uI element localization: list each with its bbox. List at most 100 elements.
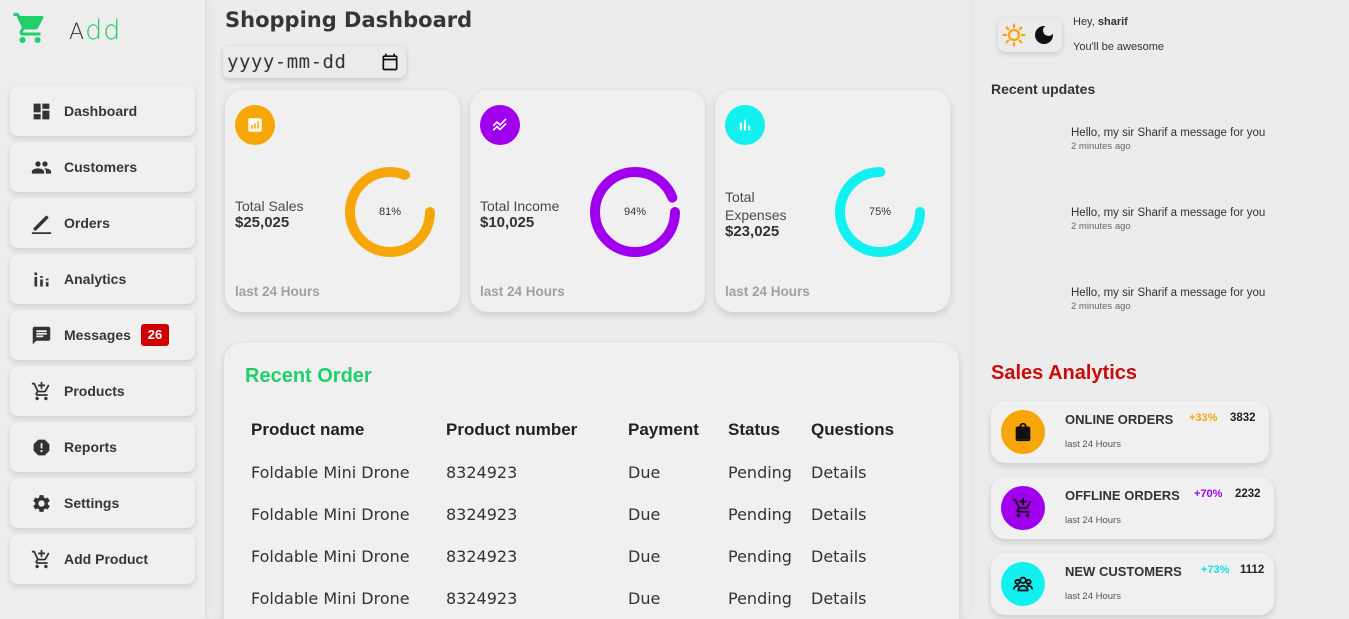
sidebar-item-label: Products	[64, 383, 125, 399]
status-cell: Pending	[728, 589, 792, 608]
column-header: Payment	[628, 420, 699, 439]
message-count-badge: 26	[141, 324, 169, 346]
details-link[interactable]: Details	[811, 442, 921, 484]
update-message: Hello, my sir Sharif a message for you	[1071, 127, 1266, 139]
card-label: Total Income	[480, 198, 560, 214]
payment-cell: Due	[628, 505, 661, 524]
product-name-cell: Foldable Mini Drone	[251, 463, 410, 482]
recent-order-panel: Recent Order Product name Product number…	[224, 343, 959, 619]
update-time: 2 minutes ago	[1071, 221, 1131, 232]
sidebar-item-add-product[interactable]: Add Product	[10, 534, 195, 584]
sidebar-item-label: Settings	[64, 495, 120, 511]
analytics-value: 1112	[1240, 564, 1265, 576]
analytics-name: ONLINE ORDERS	[1065, 412, 1174, 427]
status-cell: Pending	[728, 463, 792, 482]
sidebar: Add Dashboard Customers Orders Analytics…	[0, 0, 205, 619]
offline-orders-card[interactable]: OFFLINE ORDERS +70% 2232 last 24 Hours	[991, 477, 1274, 539]
cart-icon	[12, 10, 48, 50]
sidebar-item-orders[interactable]: Orders	[10, 198, 195, 248]
column-header: Status	[728, 420, 780, 439]
card-label: Expenses	[725, 207, 787, 223]
moon-icon[interactable]	[1032, 23, 1056, 47]
sidebar-item-label: Add Product	[64, 551, 148, 567]
date-input[interactable]: yyyy-mm-dd	[223, 46, 406, 78]
theme-toggle[interactable]	[998, 18, 1062, 52]
brand-name: Add	[69, 14, 122, 46]
card-value: $10,025	[480, 214, 535, 231]
status-cell: Pending	[728, 547, 792, 566]
card-total-income: Total Income $10,025 94% last 24 Hours	[470, 90, 705, 312]
dashboard-icon	[31, 101, 52, 122]
product-number-cell: 8324923	[446, 463, 518, 482]
product-name-cell: Foldable Mini Drone	[251, 505, 410, 524]
trending-icon	[480, 105, 520, 145]
update-time: 2 minutes ago	[1071, 301, 1131, 312]
card-value: $23,025	[725, 223, 780, 240]
card-label: Total Sales	[235, 198, 304, 214]
analytics-subtitle: last 24 Hours	[1065, 591, 1121, 602]
card-footer: last 24 Hours	[480, 284, 565, 299]
sidebar-item-dashboard[interactable]: Dashboard	[10, 86, 195, 136]
update-message: Hello, my sir Sharif a message for you	[1071, 287, 1266, 299]
greeting-prefix: Hey,	[1073, 16, 1095, 28]
analytics-subtitle: last 24 Hours	[1065, 439, 1121, 450]
sidebar-item-label: Messages	[64, 327, 131, 343]
details-link[interactable]: Details	[811, 484, 921, 526]
logo[interactable]: Add	[12, 10, 121, 50]
table-header-row: Product name Product number Payment Stat…	[251, 418, 921, 442]
main-content: Shopping Dashboard yyyy-mm-dd Total Sale…	[214, 0, 970, 619]
table-row: Foldable Mini Drone 8324923 Due Pending …	[251, 526, 921, 568]
shopping-bag-icon	[1001, 410, 1045, 454]
sidebar-item-label: Orders	[64, 215, 110, 231]
orders-table: Product name Product number Payment Stat…	[251, 418, 921, 610]
online-orders-card[interactable]: ONLINE ORDERS +33% 3832 last 24 Hours	[991, 401, 1269, 463]
update-item: Hello, my sir Sharif a message for you 2…	[1071, 287, 1265, 312]
greeting: Hey, sharif	[1073, 16, 1128, 28]
product-number-cell: 8324923	[446, 589, 518, 608]
people-icon	[31, 157, 52, 178]
add-cart-icon	[31, 381, 52, 402]
new-customers-card[interactable]: NEW CUSTOMERS +73% 1112 last 24 Hours	[991, 553, 1274, 615]
table-row: Foldable Mini Drone 8324923 Due Pending …	[251, 568, 921, 610]
payment-cell: Due	[628, 463, 661, 482]
sun-icon[interactable]	[1002, 23, 1026, 47]
sidebar-item-customers[interactable]: Customers	[10, 142, 195, 192]
progress-percent: 75%	[868, 206, 892, 218]
update-item: Hello, my sir Sharif a message for you 2…	[1071, 207, 1265, 232]
update-item: Hello, my sir Sharif a message for you 2…	[1071, 127, 1265, 152]
update-message: Hello, my sir Sharif a message for you	[1071, 207, 1266, 219]
status-cell: Pending	[728, 505, 792, 524]
add-cart-icon	[31, 549, 52, 570]
table-row: Foldable Mini Drone 8324923 Due Pending …	[251, 484, 921, 526]
date-input-placeholder: yyyy-mm-dd	[227, 51, 347, 73]
card-total-expenses: Total Expenses $23,025 75% last 24 Hours	[715, 90, 950, 312]
sidebar-item-products[interactable]: Products	[10, 366, 195, 416]
add-cart-icon	[1001, 486, 1045, 530]
analytics-name: OFFLINE ORDERS	[1065, 488, 1180, 503]
sidebar-item-analytics[interactable]: Analytics	[10, 254, 195, 304]
payment-cell: Due	[628, 589, 661, 608]
product-name-cell: Foldable Mini Drone	[251, 547, 410, 566]
analytics-subtitle: last 24 Hours	[1065, 515, 1121, 526]
product-name-cell: Foldable Mini Drone	[251, 589, 410, 608]
sidebar-item-label: Dashboard	[64, 103, 138, 119]
sidebar-item-label: Customers	[64, 159, 138, 175]
bars-icon	[725, 105, 765, 145]
sidebar-item-reports[interactable]: Reports	[10, 422, 195, 472]
update-time: 2 minutes ago	[1071, 141, 1131, 152]
user-name: sharif	[1097, 16, 1128, 28]
column-header: Questions	[811, 420, 895, 439]
progress-percent: 94%	[623, 206, 647, 218]
analytics-percent: +73%	[1201, 564, 1230, 576]
details-link[interactable]: Details	[811, 526, 921, 568]
sidebar-item-settings[interactable]: Settings	[10, 478, 195, 528]
calendar-icon[interactable]	[380, 52, 400, 72]
sidebar-item-messages[interactable]: Messages 26	[10, 310, 195, 360]
app-root: Add Dashboard Customers Orders Analytics…	[0, 0, 1349, 619]
card-footer: last 24 Hours	[725, 284, 810, 299]
recent-order-title: Recent Order	[245, 365, 372, 387]
card-value: $25,025	[235, 214, 290, 231]
settings-icon	[31, 493, 52, 514]
details-link[interactable]: Details	[811, 568, 921, 610]
group-icon	[1001, 562, 1045, 606]
